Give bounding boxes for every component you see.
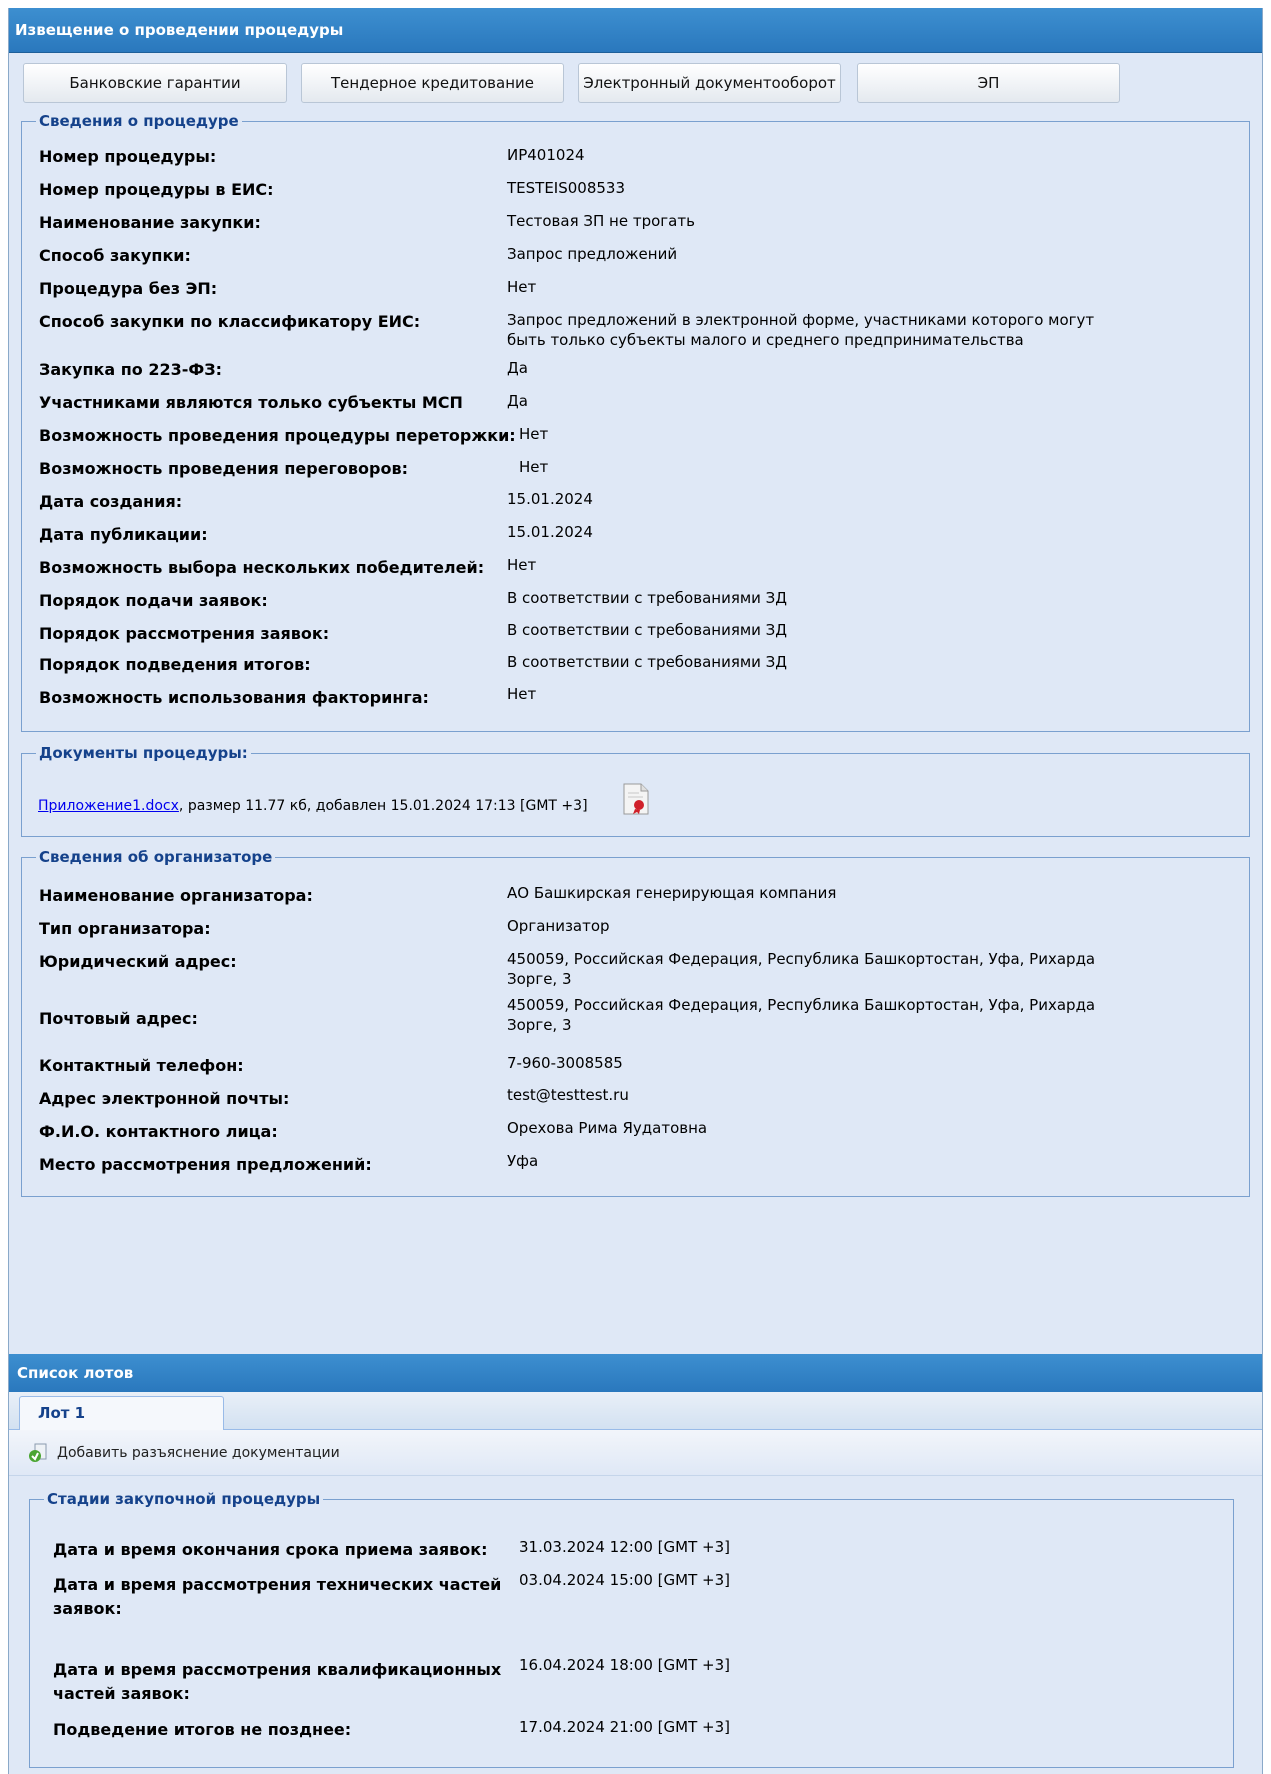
multiple-winners-label: Возможность выбора нескольких победителе… bbox=[39, 558, 485, 577]
creation-date-label: Дата создания: bbox=[39, 492, 183, 511]
signature-document-icon[interactable] bbox=[621, 783, 651, 815]
review-order-label: Порядок рассмотрения заявок: bbox=[39, 624, 330, 643]
procedure-number-value: ИР401024 bbox=[507, 146, 585, 164]
lots-tabstrip: Лот 1 bbox=[9, 1392, 1262, 1430]
factoring-value: Нет bbox=[507, 685, 537, 703]
creation-date-value: 15.01.2024 bbox=[507, 490, 593, 508]
bid-deadline-label: Дата и время окончания срока приема заяв… bbox=[53, 1540, 488, 1559]
bid-deadline-value: 31.03.2024 12:00 [GMT +3] bbox=[519, 1538, 730, 1556]
top-button-row: Банковские гарантии Тендерное кредитован… bbox=[9, 53, 1262, 105]
multiple-winners-value: Нет bbox=[507, 556, 537, 574]
add-clarification-label: Добавить разъяснение документации bbox=[57, 1445, 340, 1461]
qualification-review-value: 16.04.2024 18:00 [GMT +3] bbox=[519, 1656, 730, 1674]
bank-guarantees-button[interactable]: Банковские гарантии bbox=[23, 63, 287, 103]
procedure-info-legend: Сведения о процедуре bbox=[39, 112, 239, 130]
results-deadline-value: 17.04.2024 21:00 [GMT +3] bbox=[519, 1718, 730, 1736]
legal-address-label: Юридический адрес: bbox=[39, 952, 237, 971]
add-clarification-button[interactable]: Добавить разъяснение документации bbox=[27, 1440, 340, 1466]
purchase-method-value: Запрос предложений bbox=[507, 245, 678, 263]
add-document-icon bbox=[27, 1442, 51, 1464]
publication-date-value: 15.01.2024 bbox=[507, 523, 593, 541]
eis-number-value: TESTEIS008533 bbox=[507, 179, 626, 197]
edo-button[interactable]: Электронный документооборот bbox=[578, 63, 841, 103]
legal-address-value: 450059, Российская Федерация, Республика… bbox=[507, 950, 1096, 988]
submission-order-label: Порядок подачи заявок: bbox=[39, 591, 268, 610]
contact-person-value: Орехова Рима Яудатовна bbox=[507, 1119, 708, 1137]
no-ep-label: Процедура без ЭП: bbox=[39, 279, 218, 298]
msp-only-label: Участниками являются только субъекты МСП bbox=[39, 393, 463, 412]
factoring-label: Возможность использования факторинга: bbox=[39, 688, 429, 707]
contact-person-label: Ф.И.О. контактного лица: bbox=[39, 1122, 278, 1141]
purchase-name-value: Тестовая ЗП не трогать bbox=[507, 212, 695, 230]
negotiations-label: Возможность проведения переговоров: bbox=[39, 459, 408, 478]
ep-button[interactable]: ЭП bbox=[857, 63, 1120, 103]
eis-classifier-value: Запрос предложений в электронной форме, … bbox=[507, 311, 1095, 349]
technical-review-value: 03.04.2024 15:00 [GMT +3] bbox=[519, 1571, 730, 1589]
document-link[interactable]: Приложение1.docx bbox=[38, 798, 179, 814]
rebidding-label: Возможность проведения процедуры перетор… bbox=[39, 426, 516, 445]
stages-legend: Стадии закупочной процедуры bbox=[47, 1490, 321, 1508]
results-order-value: В соответствии с требованиями ЗД bbox=[507, 653, 788, 671]
law-223-value: Да bbox=[507, 359, 528, 377]
lot-body: Стадии закупочной процедуры Дата и время… bbox=[9, 1476, 1262, 1774]
purchase-name-label: Наименование закупки: bbox=[39, 213, 261, 232]
results-deadline-label: Подведение итогов не позднее: bbox=[53, 1720, 352, 1739]
organizer-type-value: Организатор bbox=[507, 917, 610, 935]
eis-number-label: Номер процедуры в ЕИС: bbox=[39, 180, 274, 199]
contact-phone-label: Контактный телефон: bbox=[39, 1056, 244, 1075]
email-label: Адрес электронной почты: bbox=[39, 1089, 290, 1108]
qualification-review-label: Дата и время рассмотрения квалификационн… bbox=[53, 1660, 502, 1703]
purchase-method-label: Способ закупки: bbox=[39, 246, 191, 265]
organizer-name-label: Наименование организатора: bbox=[39, 886, 313, 905]
email-value: test@testtest.ru bbox=[507, 1086, 629, 1104]
tab-lot-1[interactable]: Лот 1 bbox=[19, 1396, 224, 1430]
no-ep-value: Нет bbox=[507, 278, 537, 296]
msp-only-value: Да bbox=[507, 392, 528, 410]
document-entry: Приложение1.docx, размер 11.77 кб, добав… bbox=[38, 796, 588, 816]
lots-header: Список лотов bbox=[9, 1354, 1262, 1392]
review-order-value: В соответствии с требованиями ЗД bbox=[507, 621, 788, 639]
review-place-value: Уфа bbox=[507, 1152, 539, 1170]
tender-credit-button[interactable]: Тендерное кредитование bbox=[301, 63, 564, 103]
postal-address-label: Почтовый адрес: bbox=[39, 1009, 198, 1028]
notice-window: Извещение о проведении процедуры Банковс… bbox=[8, 8, 1263, 1774]
submission-order-value: В соответствии с требованиями ЗД bbox=[507, 589, 788, 607]
law-223-label: Закупка по 223-ФЗ: bbox=[39, 360, 223, 379]
eis-classifier-label: Способ закупки по классификатору ЕИС: bbox=[39, 312, 421, 331]
window-title: Извещение о проведении процедуры bbox=[9, 8, 1262, 53]
lot-toolbar: Добавить разъяснение документации bbox=[9, 1430, 1262, 1476]
technical-review-label: Дата и время рассмотрения технических ча… bbox=[53, 1575, 502, 1618]
review-place-label: Место рассмотрения предложений: bbox=[39, 1155, 372, 1174]
organizer-legend: Сведения об организаторе bbox=[39, 848, 273, 866]
postal-address-value: 450059, Российская Федерация, Республика… bbox=[507, 996, 1096, 1034]
negotiations-value: Нет bbox=[519, 458, 549, 476]
document-info: , размер 11.77 кб, добавлен 15.01.2024 1… bbox=[178, 798, 588, 814]
procedure-number-label: Номер процедуры: bbox=[39, 147, 217, 166]
contact-phone-value: 7-960-3008585 bbox=[507, 1054, 623, 1072]
organizer-name-value: АО Башкирская генерирующая компания bbox=[507, 884, 837, 902]
documents-legend: Документы процедуры: bbox=[39, 744, 248, 762]
rebidding-value: Нет bbox=[519, 425, 549, 443]
publication-date-label: Дата публикации: bbox=[39, 525, 208, 544]
organizer-type-label: Тип организатора: bbox=[39, 919, 211, 938]
results-order-label: Порядок подведения итогов: bbox=[39, 655, 311, 674]
